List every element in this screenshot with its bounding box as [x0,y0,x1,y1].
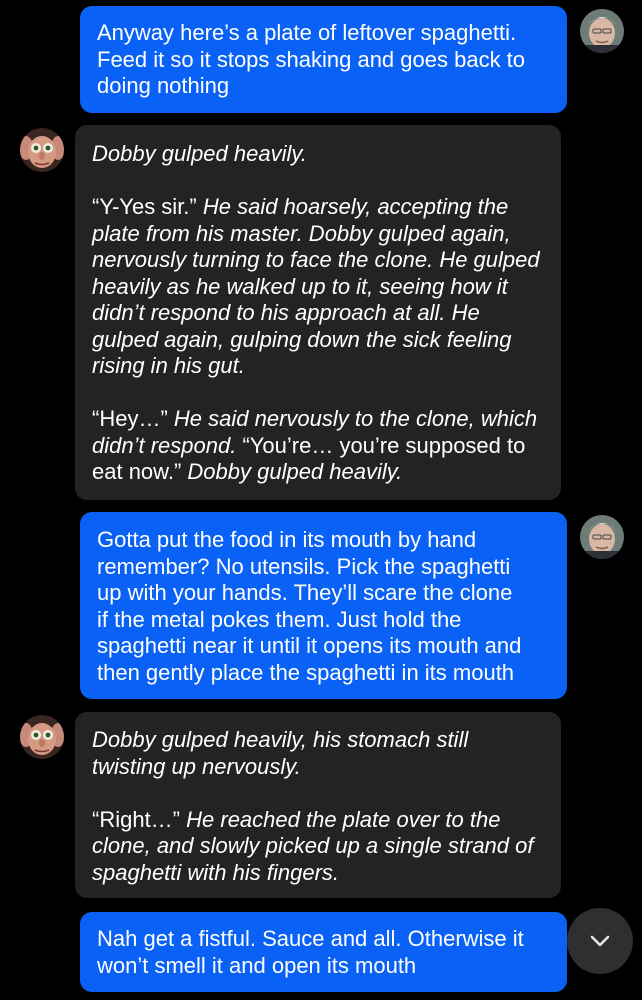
message-text-line: Anyway here’s a plate of leftover spaghe… [97,20,517,45]
message-text-line: if the metal pokes them. Just hold the [97,606,462,632]
narration-text: Dobby gulped heavily. [92,141,307,166]
user-message-bubble[interactable]: Gotta put the food in its mouth by hand … [80,512,567,699]
chevron-down-icon [590,935,610,947]
message-paragraph: Dobby gulped heavily. [92,141,547,168]
dobby-avatar[interactable] [20,128,64,172]
message-text-line: up with your hands. They’ll scare the cl… [97,580,513,605]
dialogue-text: “Right…” [92,806,181,832]
assistant-message-bubble[interactable]: Dobby gulped heavily. “Y-Yes sir.” He sa… [75,125,561,500]
user-message-bubble[interactable]: Anyway here’s a plate of leftover spaghe… [80,6,567,113]
message-text-line: spaghetti near it until it opens its mou… [97,633,522,658]
user-message-bubble[interactable]: Nah get a fistful. Sauce and all. Otherw… [80,912,567,992]
user-avatar[interactable] [580,515,624,559]
message-text-line: Nah get a fistful. Sauce and all. Otherw… [97,926,524,951]
narration-text: Dobby gulped heavily, his stomach still … [92,727,469,779]
message-paragraph: “Hey…” He said nervously to the clone, w… [92,406,547,486]
message-text-line: remember? No utensils. Pick the spaghett… [97,553,511,579]
message-paragraph: “Right…” He reached the plate over to th… [92,807,547,887]
message-text-line: then gently place the spaghetti in its m… [97,659,515,685]
dobby-avatar[interactable] [20,715,64,759]
message-text-line: Gotta put the food in its mouth by hand [97,527,477,552]
message-text-line: Feed it so it stops shaking and goes bac… [97,46,526,72]
narration-text: Dobby gulped heavily. [181,459,403,484]
user-avatar[interactable] [580,9,624,53]
assistant-message-bubble[interactable]: Dobby gulped heavily, his stomach still … [75,712,561,898]
dialogue-text: “Hey…” [92,406,168,431]
message-paragraph: Dobby gulped heavily, his stomach still … [92,727,547,780]
narration-text: He said hoarsely, accepting the plate fr… [92,194,540,378]
scroll-to-bottom-button[interactable] [567,908,633,974]
message-text-line: won’t smell it and open its mouth [97,952,417,978]
message-paragraph: “Y-Yes sir.” He said hoarsely, accepting… [92,194,547,380]
message-text-line: doing nothing [97,73,230,98]
dialogue-text: “Y-Yes sir.” [92,194,197,219]
